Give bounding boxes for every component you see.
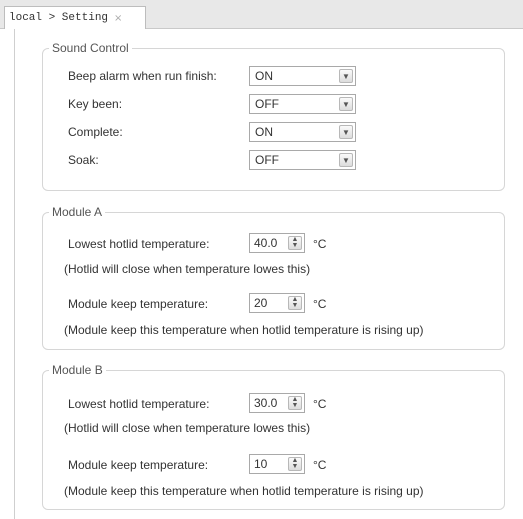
module-a-keep-label: Module keep temperature: xyxy=(68,297,209,311)
module-b-keep-note: (Module keep this temperature when hotli… xyxy=(64,484,424,498)
module-a-hotlid-label: Lowest hotlid temperature: xyxy=(68,237,210,251)
spinner-arrows-icon[interactable]: ▲ ▼ xyxy=(288,457,302,471)
beep-alarm-select[interactable]: ON ▼ xyxy=(249,66,356,86)
spinner-arrows-icon[interactable]: ▲ ▼ xyxy=(288,296,302,310)
module-b-keep-spinner[interactable]: 10 ▲ ▼ xyxy=(249,454,305,474)
module-b-keep-unit: °C xyxy=(313,458,327,472)
complete-label: Complete: xyxy=(68,125,123,139)
soak-label: Soak: xyxy=(68,153,99,167)
module-b-legend: Module B xyxy=(49,363,106,377)
module-a-hotlid-value: 40.0 xyxy=(254,236,278,250)
tab-local-setting[interactable]: local > Setting × xyxy=(4,6,146,29)
soak-value: OFF xyxy=(255,153,279,167)
module-a-legend: Module A xyxy=(49,205,106,219)
module-b-hotlid-note: (Hotlid will close when temperature lowe… xyxy=(64,421,311,435)
module-b-hotlid-unit: °C xyxy=(313,397,327,411)
module-a-keep-note: (Module keep this temperature when hotli… xyxy=(64,323,424,337)
module-b-keep-label: Module keep temperature: xyxy=(68,458,209,472)
module-a-group: Module A Lowest hotlid temperature: 40.0… xyxy=(42,205,505,350)
key-been-label: Key been: xyxy=(68,97,123,111)
module-a-hotlid-note: (Hotlid will close when temperature lowe… xyxy=(64,262,311,276)
module-b-hotlid-spinner[interactable]: 30.0 ▲ ▼ xyxy=(249,393,305,413)
module-b-group: Module B Lowest hotlid temperature: 30.0… xyxy=(42,363,505,510)
sound-control-legend: Sound Control xyxy=(49,41,132,55)
module-a-hotlid-unit: °C xyxy=(313,237,327,251)
module-b-hotlid-value: 30.0 xyxy=(254,396,278,410)
soak-select[interactable]: OFF ▼ xyxy=(249,150,356,170)
complete-select[interactable]: ON ▼ xyxy=(249,122,356,142)
chevron-down-icon[interactable]: ▼ xyxy=(339,153,353,167)
chevron-down-icon[interactable]: ▼ xyxy=(339,97,353,111)
module-a-keep-value: 20 xyxy=(254,296,268,310)
settings-panel: Sound Control Beep alarm when run finish… xyxy=(14,29,523,519)
module-a-hotlid-spinner[interactable]: 40.0 ▲ ▼ xyxy=(249,233,305,253)
key-been-value: OFF xyxy=(255,97,279,111)
beep-alarm-label: Beep alarm when run finish: xyxy=(68,69,217,83)
module-b-hotlid-label: Lowest hotlid temperature: xyxy=(68,397,210,411)
module-a-keep-spinner[interactable]: 20 ▲ ▼ xyxy=(249,293,305,313)
key-been-select[interactable]: OFF ▼ xyxy=(249,94,356,114)
chevron-down-icon[interactable]: ▼ xyxy=(339,69,353,83)
spinner-arrows-icon[interactable]: ▲ ▼ xyxy=(288,236,302,250)
module-b-keep-value: 10 xyxy=(254,457,268,471)
complete-value: ON xyxy=(255,125,273,139)
tab-title: local > Setting xyxy=(9,12,109,24)
tab-bar: local > Setting × xyxy=(0,0,523,29)
sound-control-group: Sound Control Beep alarm when run finish… xyxy=(42,41,505,191)
chevron-down-icon[interactable]: ▼ xyxy=(339,125,353,139)
close-icon[interactable]: × xyxy=(114,13,122,24)
beep-alarm-value: ON xyxy=(255,69,273,83)
module-a-keep-unit: °C xyxy=(313,297,327,311)
spinner-arrows-icon[interactable]: ▲ ▼ xyxy=(288,396,302,410)
